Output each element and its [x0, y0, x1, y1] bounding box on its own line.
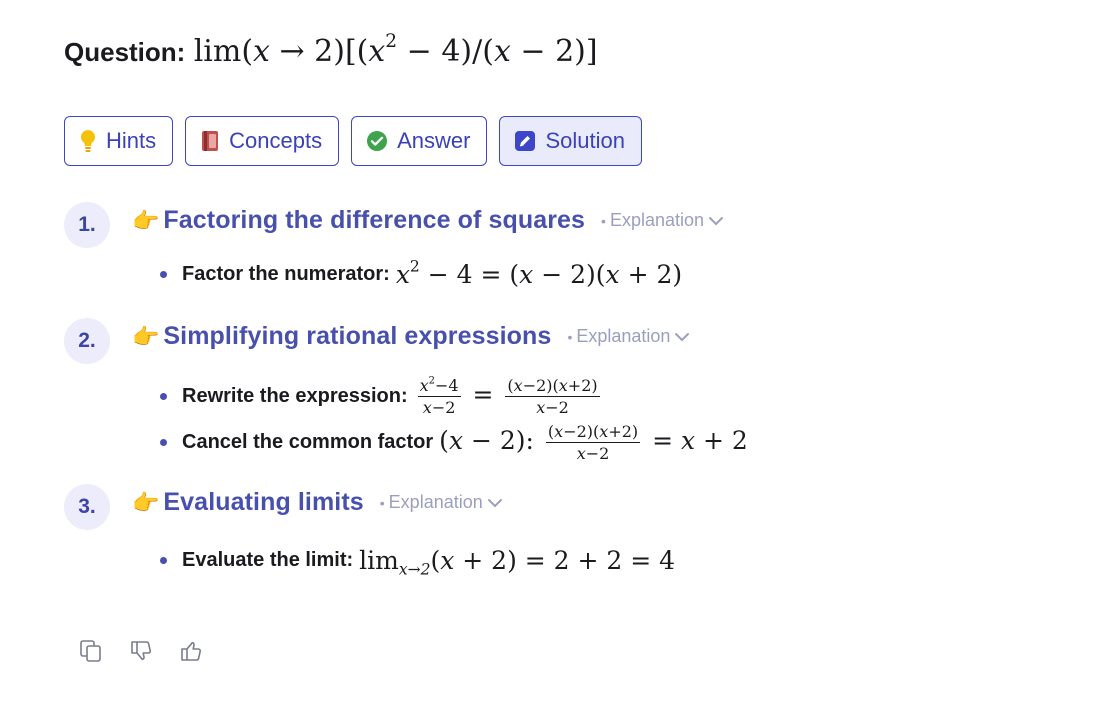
step-header: 👉 Factoring the difference of squares • … — [132, 206, 724, 235]
step-number: 2. — [64, 318, 110, 364]
bullet-math: (x − 2): (x−2)(x+2) x−2 = x + 2 — [439, 422, 748, 463]
explanation-toggle[interactable]: • Explanation — [567, 326, 690, 347]
explanation-label: Explanation — [576, 326, 671, 346]
tab-label: Solution — [545, 128, 625, 153]
step-title: Evaluating limits — [163, 488, 364, 516]
pencil-square-icon — [514, 130, 536, 152]
bullet-dot — [160, 439, 167, 446]
question-label: Question: — [64, 37, 186, 67]
feedback-bar — [78, 638, 204, 664]
bullet-text: Cancel the common factor — [182, 431, 434, 453]
tab-label: Hints — [106, 128, 157, 153]
bullet-dot — [160, 393, 167, 400]
list-item: Evaluate the limit: limx→2(x + 2) = 2 + … — [160, 546, 676, 579]
step-header: 👉 Simplifying rational expressions • Exp… — [132, 322, 690, 351]
thumbs-down-icon[interactable] — [128, 638, 154, 664]
bullet-text: Factor the numerator: — [182, 263, 390, 285]
lightbulb-icon — [79, 129, 97, 153]
explanation-label: Explanation — [388, 492, 483, 512]
tab-answer[interactable]: Answer — [351, 116, 488, 166]
chevron-down-icon — [675, 332, 690, 341]
chevron-down-icon — [709, 216, 724, 225]
list-item: Rewrite the expression: x2−4 x−2 = (x−2)(… — [160, 376, 604, 417]
bullet-dot-icon: • — [379, 494, 385, 511]
pointing-hand-icon: 👉 — [132, 207, 160, 233]
bullet-math: limx→2(x + 2) = 2 + 2 = 4 — [359, 546, 676, 579]
pointing-hand-icon: 👉 — [132, 323, 160, 349]
question: Question: lim(x → 2)[(x2 − 4)/(x − 2)] — [64, 31, 598, 69]
bullet-dot-icon: • — [601, 212, 606, 229]
explanation-toggle[interactable]: • Explanation — [380, 492, 503, 513]
tab-bar: Hints Concepts Answer Solution — [64, 116, 642, 166]
list-item: Cancel the common factor (x − 2): (x−2)(… — [160, 422, 748, 463]
list-item: Factor the numerator: x2 − 4 = (x − 2)(x… — [160, 257, 683, 289]
step-number: 1. — [64, 202, 110, 248]
explanation-label: Explanation — [609, 210, 705, 230]
step-title: Simplifying rational expressions — [163, 322, 552, 350]
chevron-down-icon — [487, 498, 502, 507]
tab-solution[interactable]: Solution — [499, 116, 642, 166]
step-title: Factoring the difference of squares — [163, 206, 586, 234]
pointing-hand-icon: 👉 — [132, 489, 160, 515]
bullet-dot — [160, 271, 167, 278]
bullet-dot — [160, 557, 167, 564]
bullet-text: Rewrite the expression: — [182, 385, 408, 407]
explanation-toggle[interactable]: • Explanation — [601, 210, 724, 231]
bullet-text: Evaluate the limit: — [182, 549, 354, 571]
bullet-math: x2 − 4 = (x − 2)(x + 2) — [395, 257, 683, 289]
copy-icon[interactable] — [78, 638, 104, 664]
bullet-dot-icon: • — [567, 328, 573, 345]
step-header: 👉 Evaluating limits • Explanation — [132, 488, 503, 517]
thumbs-up-icon[interactable] — [178, 638, 204, 664]
check-circle-icon — [366, 130, 388, 152]
tab-label: Concepts — [229, 128, 323, 153]
question-math: lim(x → 2)[(x2 − 4)/(x − 2)] — [193, 31, 598, 69]
bullet-math: x2−4 x−2 = (x−2)(x+2) x−2 — [417, 375, 600, 417]
tab-label: Answer — [397, 128, 471, 153]
step-number: 3. — [64, 484, 110, 530]
tab-concepts[interactable]: Concepts — [185, 116, 340, 166]
tab-hints[interactable]: Hints — [64, 116, 174, 166]
book-icon — [200, 129, 220, 153]
